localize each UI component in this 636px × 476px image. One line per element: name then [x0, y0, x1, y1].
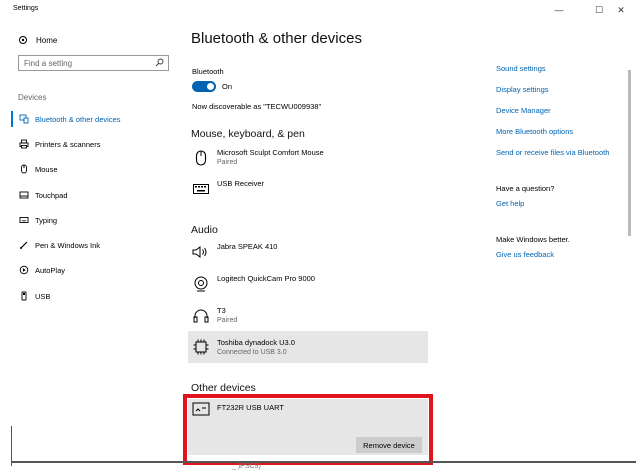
webcam-icon — [192, 275, 210, 293]
home-label: Home — [36, 35, 58, 45]
minimize-icon[interactable]: — — [548, 3, 570, 17]
section-audio: Audio — [191, 224, 218, 236]
sidebar-home[interactable]: Home — [18, 33, 57, 47]
sidebar-item-label: Pen & Windows Ink — [35, 240, 101, 250]
sidebar-item-pen[interactable]: Pen & Windows Ink — [18, 238, 100, 252]
bluetooth-label: Bluetooth — [192, 67, 224, 76]
bluetooth-devices-icon — [18, 113, 30, 125]
sidebar-item-bluetooth[interactable]: Bluetooth & other devices — [18, 112, 120, 126]
more-bluetooth-options-link[interactable]: More Bluetooth options — [496, 127, 573, 136]
maximize-icon[interactable]: ☐ — [588, 3, 610, 17]
sidebar-item-mouse[interactable]: Mouse — [18, 162, 58, 176]
touchpad-icon — [18, 189, 30, 201]
usb-icon — [18, 290, 30, 302]
toggle-state: On — [222, 82, 233, 91]
device-name: USB Receiver — [217, 179, 265, 188]
mouse-icon — [18, 163, 30, 175]
search-placeholder: Find a setting — [24, 59, 73, 68]
device-item[interactable]: USB Receiver — [188, 176, 428, 208]
device-name: Toshiba dynadock U3.0 — [217, 338, 295, 347]
window-edge — [11, 426, 12, 466]
sound-settings-link[interactable]: Sound settings — [496, 64, 546, 73]
search-icon — [155, 58, 164, 69]
device-item[interactable]: Microsoft Sculpt Comfort Mouse Paired — [188, 145, 428, 177]
close-icon[interactable]: ✕ — [610, 3, 632, 17]
active-indicator — [11, 111, 13, 127]
headset-icon — [192, 307, 210, 325]
autoplay-icon — [18, 264, 30, 276]
device-name: T3 — [217, 306, 226, 315]
devices-section-label: Devices — [18, 93, 47, 102]
device-status: Paired — [217, 159, 238, 166]
device-item-selected[interactable]: Toshiba dynadock U3.0 Connected to USB 3… — [188, 331, 428, 363]
send-receive-files-link[interactable]: Send or receive files via Bluetooth — [496, 148, 609, 157]
taskbar-edge — [11, 461, 636, 463]
feedback-heading: Make Windows better. — [496, 235, 570, 244]
sidebar-item-label: Touchpad — [35, 190, 68, 200]
page-title: Bluetooth & other devices — [191, 30, 362, 47]
sidebar-item-label: AutoPlay — [35, 265, 66, 275]
settings-window: Settings — ☐ ✕ Home Find a setting Devic… — [0, 0, 636, 476]
home-icon — [18, 35, 30, 45]
device-name: Logitech QuickCam Pro 9000 — [217, 274, 315, 283]
highlight-box — [183, 394, 433, 465]
device-status: Paired — [217, 317, 238, 324]
give-feedback-link[interactable]: Give us feedback — [496, 250, 554, 259]
mouse-icon — [192, 149, 210, 167]
toggle-knob — [207, 83, 214, 90]
device-name: Microsoft Sculpt Comfort Mouse — [217, 148, 324, 157]
keyboard-icon — [18, 214, 30, 226]
sidebar-item-printers[interactable]: Printers & scanners — [18, 137, 100, 151]
chip-icon — [192, 338, 210, 356]
scrollbar[interactable] — [628, 70, 631, 236]
title-bar: Settings — ☐ ✕ — [0, 0, 636, 20]
device-name: Jabra SPEAK 410 — [217, 242, 278, 251]
section-other-devices: Other devices — [191, 382, 256, 394]
cut-off-text: _ )PSC9) — [232, 463, 261, 470]
speaker-icon — [192, 243, 210, 261]
sidebar-item-label: USB — [35, 291, 51, 301]
device-manager-link[interactable]: Device Manager — [496, 106, 551, 115]
section-mouse-keyboard-pen: Mouse, keyboard, & pen — [191, 128, 305, 140]
keyboard-icon — [192, 180, 210, 198]
sidebar-item-label: Bluetooth & other devices — [35, 114, 121, 124]
sidebar-item-typing[interactable]: Typing — [18, 213, 57, 227]
device-item[interactable]: Jabra SPEAK 410 — [188, 239, 428, 271]
sidebar-item-label: Mouse — [35, 164, 58, 174]
question-heading: Have a question? — [496, 184, 555, 193]
sidebar-item-touchpad[interactable]: Touchpad — [18, 188, 68, 202]
window-title: Settings — [13, 5, 39, 12]
sidebar-item-autoplay[interactable]: AutoPlay — [18, 263, 65, 277]
device-item[interactable]: Logitech QuickCam Pro 9000 — [188, 271, 428, 303]
sidebar-item-label: Printers & scanners — [35, 139, 101, 149]
search-input[interactable]: Find a setting — [18, 55, 169, 71]
discoverable-text: Now discoverable as "TECWU009938" — [192, 102, 322, 111]
sidebar-item-usb[interactable]: USB — [18, 289, 50, 303]
printer-icon — [18, 138, 30, 150]
bluetooth-toggle[interactable] — [192, 81, 216, 92]
device-status: Connected to USB 3.0 — [217, 349, 287, 356]
pen-icon — [18, 239, 30, 251]
display-settings-link[interactable]: Display settings — [496, 85, 549, 94]
get-help-link[interactable]: Get help — [496, 199, 524, 208]
sidebar-item-label: Typing — [35, 215, 58, 225]
